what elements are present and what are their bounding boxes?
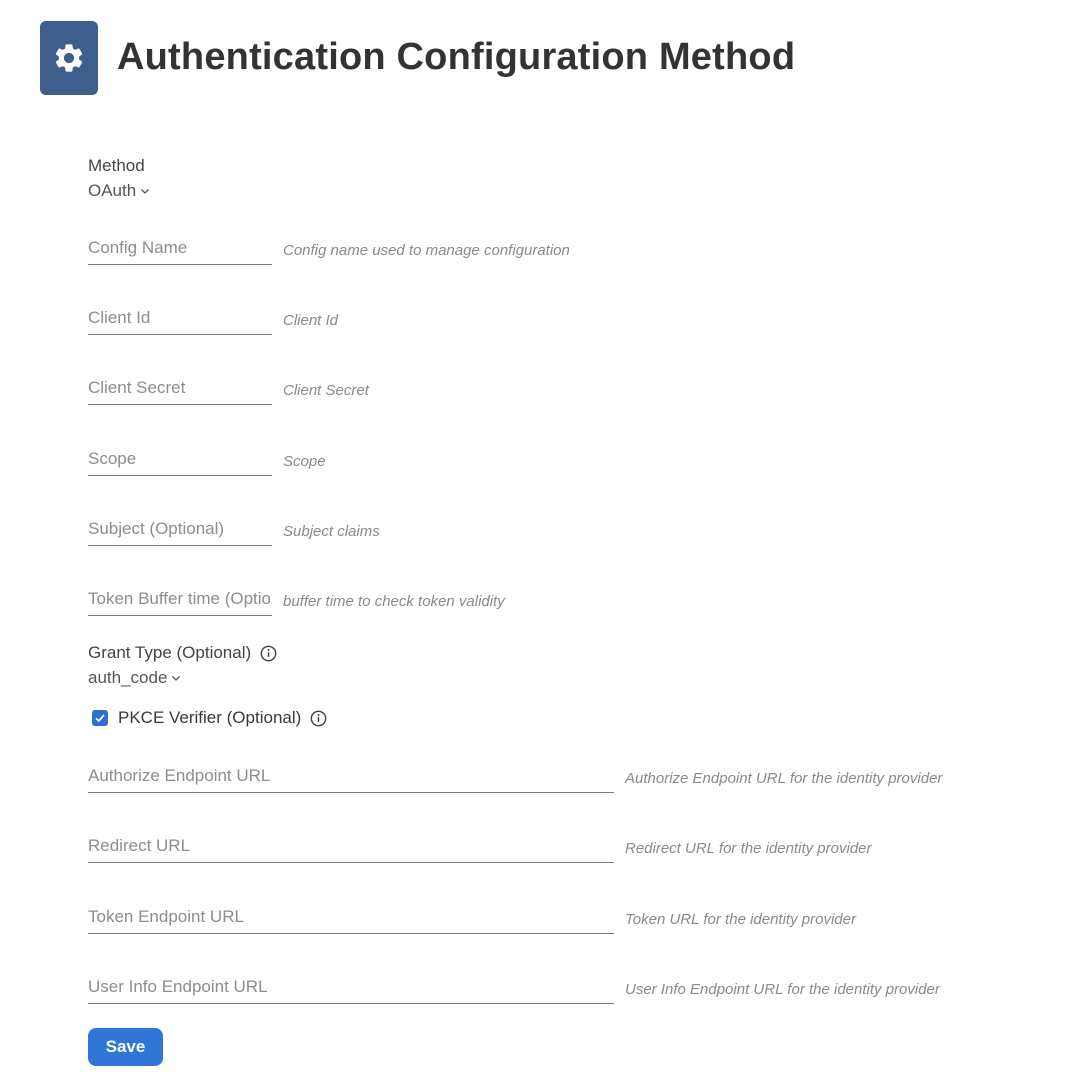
user-info-endpoint-input[interactable] — [88, 968, 614, 1004]
token-endpoint-hint: Token URL for the identity provider — [625, 911, 856, 928]
redirect-url-input[interactable] — [88, 827, 614, 863]
grant-type-label: Grant Type (Optional) — [88, 643, 277, 663]
config-name-input[interactable] — [88, 229, 272, 265]
gear-icon — [55, 44, 83, 72]
user-info-endpoint-hint: User Info Endpoint URL for the identity … — [625, 981, 940, 998]
scope-input[interactable] — [88, 440, 272, 476]
grant-type-select[interactable]: auth_code — [88, 668, 181, 688]
pkce-label-text: PKCE Verifier (Optional) — [118, 708, 302, 727]
info-icon[interactable] — [260, 645, 277, 662]
method-select[interactable]: OAuth — [88, 181, 150, 201]
info-icon[interactable] — [310, 710, 327, 727]
client-id-input[interactable] — [88, 299, 272, 335]
token-buffer-hint: buffer time to check token validity — [283, 593, 505, 610]
settings-logo — [40, 21, 98, 95]
subject-input[interactable] — [88, 510, 272, 546]
chevron-down-icon — [141, 189, 150, 194]
token-endpoint-input[interactable] — [88, 898, 614, 934]
authorize-endpoint-hint: Authorize Endpoint URL for the identity … — [625, 770, 943, 787]
pkce-label: PKCE Verifier (Optional) — [118, 708, 327, 728]
checkmark-icon — [95, 714, 105, 723]
client-secret-input[interactable] — [88, 369, 272, 405]
grant-type-select-value: auth_code — [88, 668, 168, 687]
config-name-hint: Config name used to manage configuration — [283, 242, 570, 259]
chevron-down-icon — [172, 676, 181, 681]
token-buffer-input[interactable] — [88, 580, 272, 616]
subject-hint: Subject claims — [283, 523, 380, 540]
client-secret-hint: Client Secret — [283, 382, 369, 399]
grant-type-label-text: Grant Type (Optional) — [88, 643, 252, 662]
method-select-value: OAuth — [88, 181, 137, 200]
client-id-hint: Client Id — [283, 312, 339, 329]
save-button[interactable]: Save — [88, 1028, 163, 1066]
redirect-url-hint: Redirect URL for the identity provider — [625, 840, 872, 857]
scope-hint: Scope — [283, 453, 326, 470]
page-title: Authentication Configuration Method — [117, 36, 796, 78]
authorize-endpoint-input[interactable] — [88, 757, 614, 793]
method-label: Method — [88, 156, 145, 175]
pkce-checkbox[interactable] — [92, 710, 108, 726]
